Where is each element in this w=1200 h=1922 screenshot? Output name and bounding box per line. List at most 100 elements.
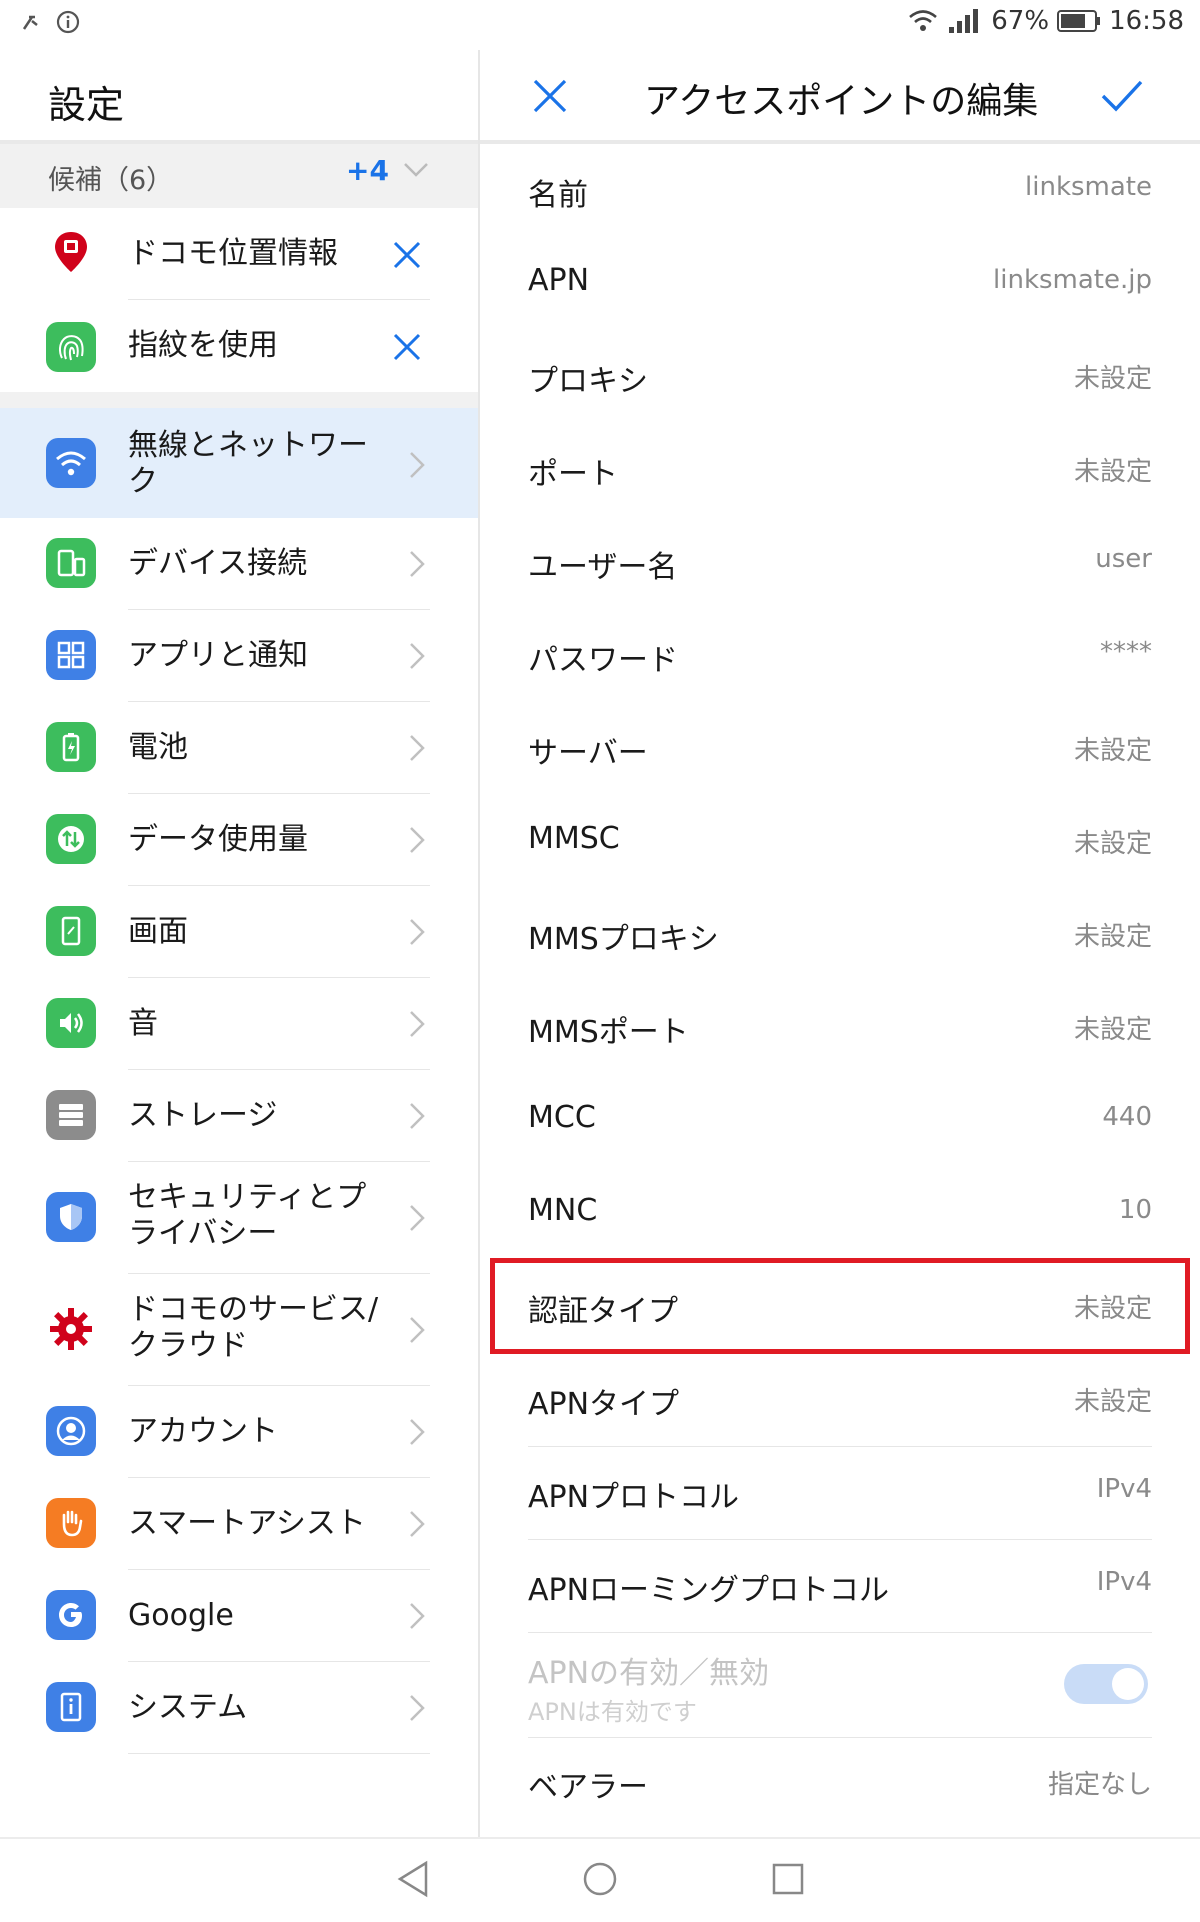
sidebar-item-label: スマートアシスト	[128, 1506, 366, 1541]
sidebar-item-label: アプリと通知	[128, 638, 308, 673]
field-value: linksmate	[1025, 172, 1152, 202]
sidebar-item-storage[interactable]: ストレージ	[0, 1070, 478, 1162]
sidebar-item-label: 電池	[128, 730, 188, 765]
field-value: IPv4	[1096, 1567, 1152, 1597]
field-value: 未設定	[1073, 736, 1152, 766]
field-value: 440	[1102, 1102, 1152, 1132]
chevron-right-icon	[410, 1103, 425, 1129]
suggestion-fingerprint[interactable]: 指紋を使用	[0, 300, 478, 392]
field-value: 未設定	[1073, 829, 1152, 859]
field-value: linksmate.jp	[993, 265, 1152, 295]
chevron-right-icon	[410, 1695, 425, 1721]
close-icon[interactable]	[390, 330, 424, 364]
apn-field-mms-port[interactable]: MMSポート 未設定	[480, 983, 1200, 1075]
gear-icon	[46, 1304, 96, 1354]
sidebar-item-data-usage[interactable]: データ使用量	[0, 794, 478, 886]
chevron-right-icon	[410, 827, 425, 853]
sidebar-item-label: データ使用量	[128, 822, 308, 857]
sidebar-item-security-privacy[interactable]: セキュリティとプライバシー	[0, 1162, 478, 1274]
sidebar-item-sound[interactable]: 音	[0, 978, 478, 1070]
wifi-icon	[46, 438, 96, 488]
sidebar-item-docomo-service-cloud[interactable]: ドコモのサービス/クラウド	[0, 1274, 478, 1386]
field-label: MMSC	[528, 821, 620, 856]
apn-field-name[interactable]: 名前 linksmate	[480, 146, 1200, 238]
field-label: ポート	[528, 457, 618, 492]
field-value: 10	[1118, 1195, 1152, 1225]
close-icon[interactable]	[530, 76, 570, 116]
battery-icon	[1057, 10, 1101, 32]
apn-field-password[interactable]: パスワード ****	[480, 611, 1200, 703]
chevron-right-icon	[410, 551, 425, 577]
clock: 16:58	[1109, 6, 1184, 36]
apn-field-mnc[interactable]: MNC 10	[480, 1169, 1200, 1261]
apn-field-apn[interactable]: APN linksmate.jp	[480, 239, 1200, 331]
field-label: MCC	[528, 1100, 596, 1135]
sidebar-item-display[interactable]: 画面	[0, 886, 478, 978]
sidebar-item-label: デバイス接続	[128, 546, 308, 581]
highlight-box	[490, 1258, 1190, 1354]
divider	[528, 1539, 1152, 1540]
apn-enable-toggle[interactable]	[1064, 1664, 1148, 1704]
chevron-right-icon	[410, 1317, 425, 1343]
apn-field-bearer[interactable]: ベアラー 指定なし	[480, 1738, 1200, 1830]
sidebar-item-system[interactable]: システム	[0, 1662, 478, 1754]
apn-field-mcc[interactable]: MCC 440	[480, 1076, 1200, 1168]
close-icon[interactable]	[390, 238, 424, 272]
apn-field-apn-roaming-protocol[interactable]: APNローミングプロトコル IPv4	[480, 1541, 1200, 1633]
field-value: ****	[1100, 637, 1152, 667]
suggestion-label: 指紋を使用	[128, 328, 278, 363]
apn-field-server[interactable]: サーバー 未設定	[480, 704, 1200, 796]
sidebar-item-wireless-network[interactable]: 無線とネットワーク	[0, 408, 478, 518]
apn-field-proxy[interactable]: プロキシ 未設定	[480, 332, 1200, 424]
divider	[528, 1446, 1152, 1447]
apn-edit-pane: アクセスポイントの編集 名前 linksmate APN linksmate.j…	[480, 50, 1200, 1837]
field-label: MMSプロキシ	[528, 922, 719, 957]
settings-title: 設定	[48, 83, 125, 127]
google-icon	[46, 1590, 96, 1640]
suggestions-header[interactable]: 候補（6） +4	[0, 144, 478, 208]
page-title: アクセスポイントの編集	[644, 81, 1039, 122]
sidebar-item-apps-notifications[interactable]: アプリと通知	[0, 610, 478, 702]
chevron-down-icon[interactable]	[402, 160, 430, 180]
field-label: APNプロトコル	[528, 1480, 740, 1515]
field-label: ユーザー名	[528, 550, 678, 585]
apn-field-apn-type[interactable]: APNタイプ 未設定	[480, 1355, 1200, 1447]
sidebar-item-label: システム	[128, 1690, 248, 1725]
account-icon	[46, 1406, 96, 1456]
chevron-right-icon	[410, 643, 425, 669]
suggestion-docomo-location[interactable]: ドコモ位置情報	[0, 208, 478, 300]
sidebar-item-account[interactable]: アカウント	[0, 1386, 478, 1478]
recents-icon[interactable]	[768, 1859, 808, 1899]
back-icon[interactable]	[396, 1859, 430, 1899]
field-label: APNローミングプロトコル	[528, 1573, 890, 1608]
sidebar-item-smart-assist[interactable]: スマートアシスト	[0, 1478, 478, 1570]
sidebar-item-device-connection[interactable]: デバイス接続	[0, 518, 478, 610]
field-label: APNの有効／無効	[528, 1656, 770, 1691]
apn-enable-toggle-row: APNの有効／無効 APNは有効です	[480, 1634, 1200, 1738]
home-icon[interactable]	[580, 1859, 620, 1899]
apn-field-apn-protocol[interactable]: APNプロトコル IPv4	[480, 1448, 1200, 1540]
chevron-right-icon	[410, 1511, 425, 1537]
sidebar-item-google[interactable]: Google	[0, 1570, 478, 1662]
field-label: APNタイプ	[528, 1387, 680, 1422]
chevron-right-icon	[410, 735, 425, 761]
apn-field-mmsc[interactable]: MMSC 未設定	[480, 797, 1200, 889]
apn-field-mms-proxy[interactable]: MMSプロキシ 未設定	[480, 890, 1200, 982]
apn-field-port[interactable]: ポート 未設定	[480, 425, 1200, 517]
field-label: APN	[528, 263, 590, 298]
sidebar-item-label: アカウント	[128, 1414, 278, 1449]
sidebar-item-battery[interactable]: 電池	[0, 702, 478, 794]
field-value: 未設定	[1073, 457, 1152, 487]
sidebar-item-label: 音	[128, 1006, 158, 1041]
check-icon[interactable]	[1100, 76, 1144, 116]
suggestions-label: 候補（6）	[48, 165, 174, 196]
info-icon	[56, 10, 80, 34]
field-sublabel: APNは有効です	[528, 1698, 697, 1726]
divider	[528, 1632, 1152, 1633]
apn-field-username[interactable]: ユーザー名 user	[480, 518, 1200, 610]
display-icon	[46, 906, 96, 956]
sidebar-item-label: セキュリティとプライバシー	[128, 1180, 367, 1251]
chevron-right-icon	[410, 1011, 425, 1037]
divider	[128, 1753, 430, 1754]
status-bar: 67% 16:58	[0, 0, 1200, 50]
